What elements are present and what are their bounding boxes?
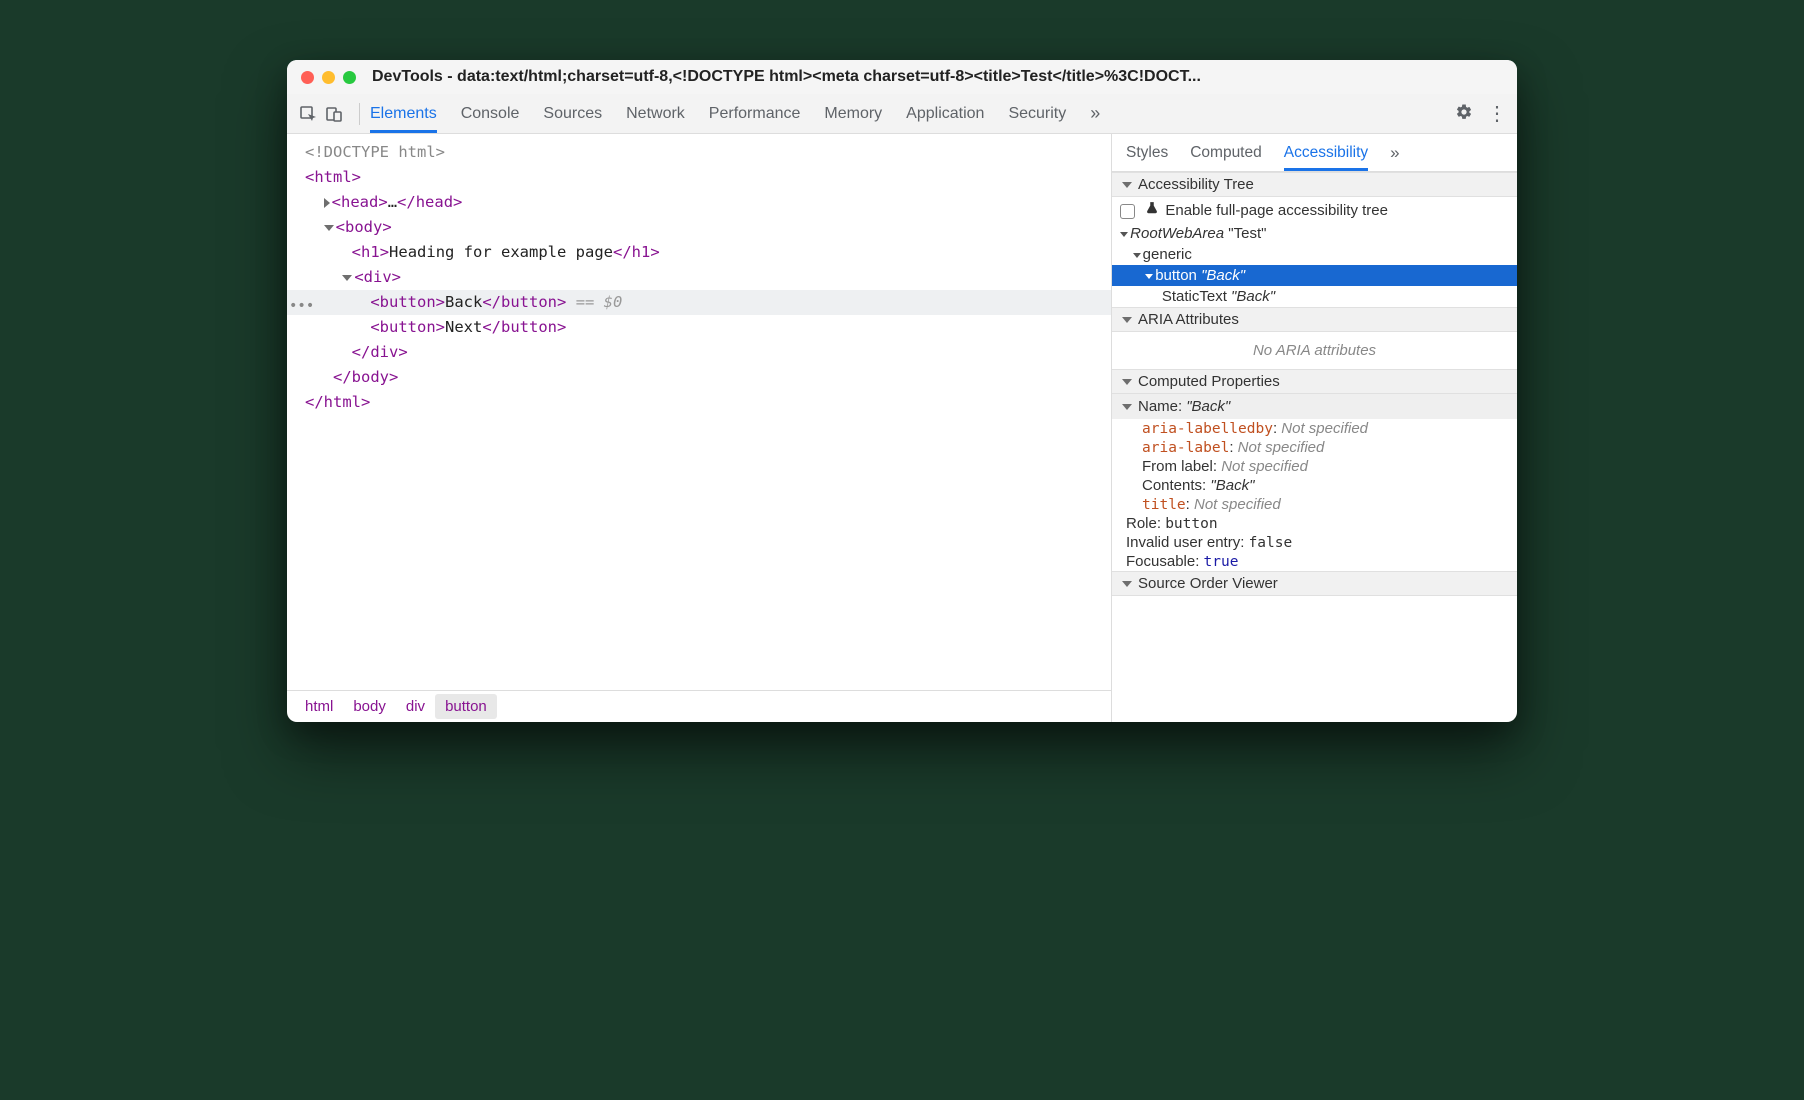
prop-aria-labelledby: aria-labelledby: Not specified xyxy=(1112,419,1517,438)
gear-icon[interactable] xyxy=(1455,103,1473,125)
collapse-icon xyxy=(1122,404,1132,410)
breadcrumb: html body div button xyxy=(287,690,1111,722)
inspect-icon[interactable] xyxy=(297,103,319,125)
main-area: <!DOCTYPE html> <html> <head>…</head> <b… xyxy=(287,134,1517,722)
dom-h1[interactable]: <h1>Heading for example page</h1> xyxy=(287,240,1111,265)
separator xyxy=(359,103,360,125)
tab-application[interactable]: Application xyxy=(906,94,984,133)
dom-body-open[interactable]: <body> xyxy=(287,215,1111,240)
dom-head[interactable]: <head>…</head> xyxy=(287,190,1111,215)
titlebar: DevTools - data:text/html;charset=utf-8,… xyxy=(287,60,1517,94)
collapse-icon xyxy=(1122,581,1132,587)
dom-button-back[interactable]: ••• <button>Back</button> == $0 xyxy=(287,290,1111,315)
tree-generic[interactable]: generic xyxy=(1112,244,1517,265)
tree-button[interactable]: button "Back" xyxy=(1112,265,1517,286)
rtab-styles[interactable]: Styles xyxy=(1126,134,1168,171)
dom-body-close[interactable]: </body> xyxy=(287,365,1111,390)
computed-name[interactable]: Name: "Back" xyxy=(1112,394,1517,419)
expand-icon[interactable] xyxy=(324,198,330,208)
collapse-icon xyxy=(1122,379,1132,385)
tree-statictext[interactable]: StaticText "Back" xyxy=(1112,286,1517,307)
crumb-html[interactable]: html xyxy=(295,694,343,719)
dom-button-next[interactable]: <button>Next</button> xyxy=(287,315,1111,340)
section-accessibility-tree[interactable]: Accessibility Tree xyxy=(1112,172,1517,197)
dom-html-open[interactable]: <html> xyxy=(287,165,1111,190)
tab-sources[interactable]: Sources xyxy=(543,94,602,133)
prop-aria-label: aria-label: Not specified xyxy=(1112,438,1517,457)
tab-console[interactable]: Console xyxy=(461,94,520,133)
prop-invalid: Invalid user entry: false xyxy=(1112,533,1517,552)
minimize-icon[interactable] xyxy=(322,71,335,84)
rtab-accessibility[interactable]: Accessibility xyxy=(1284,134,1368,171)
collapse-icon[interactable] xyxy=(342,275,352,281)
rtab-computed[interactable]: Computed xyxy=(1190,134,1262,171)
dom-tree[interactable]: <!DOCTYPE html> <html> <head>…</head> <b… xyxy=(287,134,1111,690)
crumb-div[interactable]: div xyxy=(396,694,435,719)
tab-elements[interactable]: Elements xyxy=(370,94,437,133)
tab-performance[interactable]: Performance xyxy=(709,94,801,133)
main-tabs: Elements Console Sources Network Perform… xyxy=(370,94,1100,133)
elements-panel: <!DOCTYPE html> <html> <head>…</head> <b… xyxy=(287,134,1112,722)
close-icon[interactable] xyxy=(301,71,314,84)
dom-div-open[interactable]: <div> xyxy=(287,265,1111,290)
prop-focusable: Focusable: true xyxy=(1112,552,1517,571)
sidebar-tabs: Styles Computed Accessibility » xyxy=(1112,134,1517,172)
prop-role: Role: button xyxy=(1112,514,1517,533)
flask-icon xyxy=(1145,202,1163,219)
toolbar-right: ⋮ xyxy=(1455,103,1507,125)
devtools-window: DevTools - data:text/html;charset=utf-8,… xyxy=(287,60,1517,722)
collapse-icon xyxy=(1122,182,1132,188)
tab-memory[interactable]: Memory xyxy=(824,94,882,133)
enable-label: Enable full-page accessibility tree xyxy=(1165,202,1388,219)
maximize-icon[interactable] xyxy=(343,71,356,84)
section-source-order[interactable]: Source Order Viewer xyxy=(1112,571,1517,596)
prop-contents: Contents: "Back" xyxy=(1112,476,1517,495)
main-toolbar: Elements Console Sources Network Perform… xyxy=(287,94,1517,134)
dom-doctype[interactable]: <!DOCTYPE html> xyxy=(287,140,1111,165)
section-computed[interactable]: Computed Properties xyxy=(1112,369,1517,394)
crumb-body[interactable]: body xyxy=(343,694,396,719)
enable-checkbox[interactable] xyxy=(1120,204,1135,219)
sidebar-panel: Styles Computed Accessibility » Accessib… xyxy=(1112,134,1517,722)
crumb-button[interactable]: button xyxy=(435,694,497,719)
prop-title: title: Not specified xyxy=(1112,495,1517,514)
collapse-icon[interactable] xyxy=(324,225,334,231)
collapse-icon xyxy=(1122,317,1132,323)
prop-from-label: From label: Not specified xyxy=(1112,457,1517,476)
section-aria[interactable]: ARIA Attributes xyxy=(1112,307,1517,332)
tab-network[interactable]: Network xyxy=(626,94,685,133)
dom-html-close[interactable]: </html> xyxy=(287,390,1111,415)
traffic-lights xyxy=(301,71,356,84)
device-toggle-icon[interactable] xyxy=(323,103,345,125)
enable-full-page-row: Enable full-page accessibility tree xyxy=(1112,197,1517,223)
rtab-more-icon[interactable]: » xyxy=(1390,134,1399,171)
window-title: DevTools - data:text/html;charset=utf-8,… xyxy=(372,68,1503,86)
aria-empty: No ARIA attributes xyxy=(1112,332,1517,369)
tab-security[interactable]: Security xyxy=(1008,94,1066,133)
tab-more-icon[interactable]: » xyxy=(1090,94,1100,133)
dom-div-close[interactable]: </div> xyxy=(287,340,1111,365)
tree-root[interactable]: RootWebArea "Test" xyxy=(1112,223,1517,244)
